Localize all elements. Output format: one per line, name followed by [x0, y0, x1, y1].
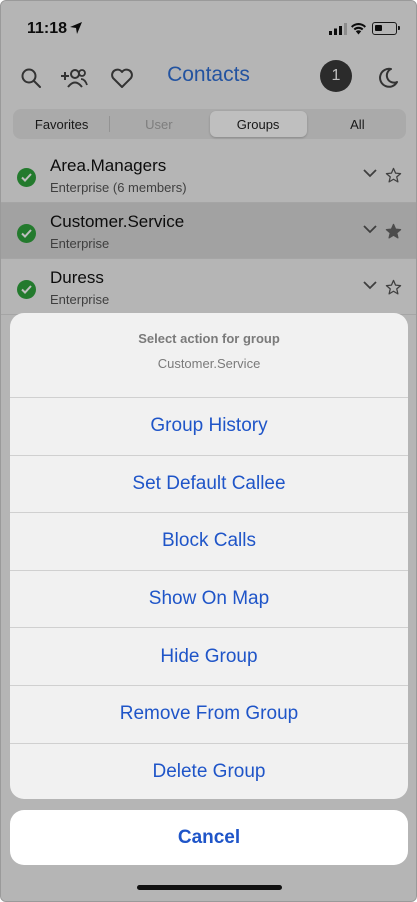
set-default-callee-button[interactable]: Set Default Callee [10, 456, 408, 514]
action-sheet: Select action for group Customer.Service… [10, 313, 408, 799]
remove-from-group-button[interactable]: Remove From Group [10, 686, 408, 744]
show-on-map-button[interactable]: Show On Map [10, 571, 408, 629]
delete-group-button[interactable]: Delete Group [10, 744, 408, 799]
home-indicator[interactable] [137, 885, 282, 890]
action-sheet-header: Select action for group Customer.Service [10, 313, 408, 398]
hide-group-button[interactable]: Hide Group [10, 628, 408, 686]
action-sheet-title: Select action for group [138, 331, 280, 346]
action-sheet-subtitle: Customer.Service [157, 356, 261, 371]
block-calls-button[interactable]: Block Calls [10, 513, 408, 571]
app-window: 11:18 Contacts 1 Favorites User Groups A… [0, 0, 417, 902]
group-history-button[interactable]: Group History [10, 398, 408, 456]
cancel-button[interactable]: Cancel [10, 810, 408, 865]
